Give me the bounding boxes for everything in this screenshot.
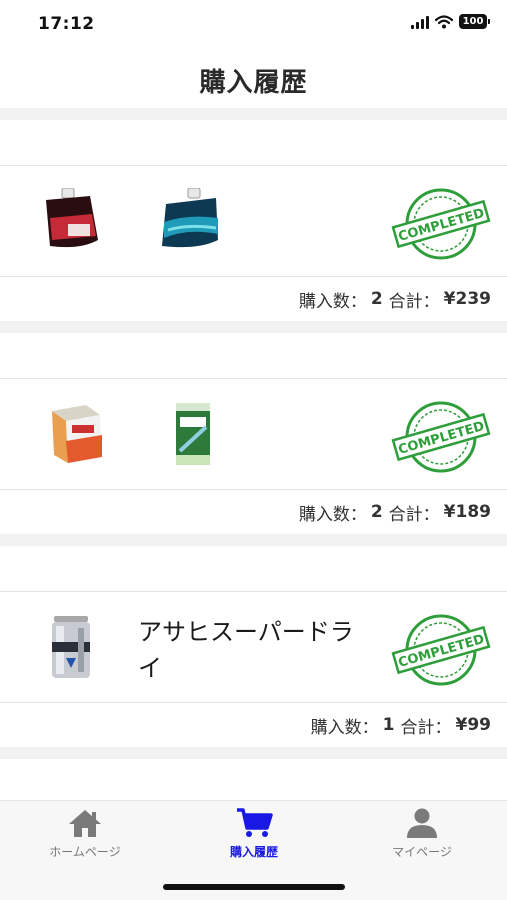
- completed-stamp: COMPLETED: [391, 401, 491, 473]
- count-value: 2: [370, 502, 383, 522]
- status-bar: 17:12 100: [0, 0, 507, 50]
- page-title: 購入履歴: [199, 68, 308, 98]
- order-row[interactable]: アサヒスーパードライ COMPLETED: [0, 592, 507, 703]
- home-indicator: [163, 884, 345, 890]
- wifi-icon: [435, 14, 453, 28]
- cart-icon: [237, 808, 273, 837]
- total-value: ¥239: [443, 289, 491, 309]
- order-row[interactable]: COMPLETED: [0, 166, 507, 277]
- count-label: 購入数：: [298, 504, 367, 525]
- total-value: ¥189: [443, 502, 491, 522]
- order-header: [0, 333, 507, 379]
- total-label: 合計：: [388, 291, 440, 312]
- count-value: 1: [382, 715, 395, 735]
- tab-my-page[interactable]: マイページ: [352, 807, 492, 860]
- count-label: 購入数：: [298, 291, 367, 312]
- section-divider: [0, 321, 507, 333]
- battery-icon: 100: [459, 14, 490, 29]
- count-value: 2: [370, 289, 383, 309]
- total-label: 合計：: [388, 504, 440, 525]
- order-header: [0, 120, 507, 166]
- product-name: アサヒスーパードライ: [138, 618, 354, 682]
- total-value: ¥99: [455, 715, 492, 735]
- status-time: 17:12: [38, 14, 95, 34]
- tab-home[interactable]: ホームページ: [15, 807, 155, 860]
- order-row[interactable]: COMPLETED: [0, 379, 507, 490]
- tab-purchase-history-label: 購入履歴: [229, 845, 278, 859]
- tab-my-page-label: マイページ: [392, 845, 452, 859]
- count-label: 購入数：: [310, 717, 379, 738]
- section-divider: [0, 534, 507, 546]
- tab-home-label: ホームページ: [49, 845, 121, 859]
- product-image-pouch-blue: [162, 188, 218, 248]
- product-image-tea-carton: [176, 403, 210, 465]
- order-summary: 購入数： 2 合計： ¥189: [0, 490, 507, 534]
- status-icons: 100: [411, 14, 490, 29]
- user-icon: [407, 808, 437, 838]
- completed-stamp: COMPLETED: [391, 614, 491, 686]
- product-image-juice-carton: [52, 405, 102, 463]
- section-divider: [0, 747, 507, 759]
- tab-purchase-history[interactable]: 購入履歴: [184, 807, 324, 860]
- home-icon: [69, 810, 101, 837]
- section-divider: [0, 108, 507, 120]
- purchase-history-list: COMPLETED 購入数： 2 合計： ¥239 COMPLETED 購入数：…: [0, 108, 507, 759]
- total-label: 合計：: [400, 717, 452, 738]
- product-image-beer-can: [52, 616, 90, 678]
- cellular-signal-icon: [411, 15, 429, 29]
- order-summary: 購入数： 2 合計： ¥239: [0, 277, 507, 321]
- completed-stamp: COMPLETED: [391, 188, 491, 260]
- order-summary: 購入数： 1 合計： ¥99: [0, 703, 507, 747]
- product-image-pouch-red: [46, 188, 98, 248]
- order-header: [0, 546, 507, 592]
